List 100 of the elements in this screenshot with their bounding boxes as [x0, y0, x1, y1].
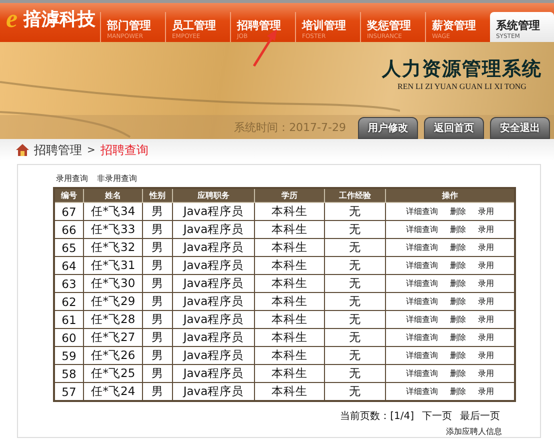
company-name: 揞滹科技: [24, 8, 96, 31]
table-cell: Java程序员: [172, 364, 254, 382]
pager-link[interactable]: 下一页: [422, 409, 452, 423]
table-cell: 本科生: [254, 328, 324, 346]
action-link[interactable]: 录用: [478, 315, 494, 324]
action-link[interactable]: 删除: [450, 207, 466, 216]
table-cell: 任*飞26: [84, 346, 142, 364]
system-time: 系统时间：2017-7-29: [234, 120, 346, 134]
system-title: 人力资源管理系统: [382, 57, 542, 82]
table-cell: 无: [324, 274, 386, 292]
table-cell: 本科生: [254, 220, 324, 238]
table-cell: Java程序员: [172, 346, 254, 364]
action-link[interactable]: 详细查询: [406, 261, 438, 270]
column-header: 操作: [386, 188, 515, 202]
action-link[interactable]: 详细查询: [406, 315, 438, 324]
table-cell: Java程序员: [172, 292, 254, 310]
table-cell: 无: [324, 220, 386, 238]
table-cell: 59: [54, 346, 84, 364]
table-cell: 66: [54, 220, 84, 238]
header-button[interactable]: 返回首页: [424, 117, 484, 139]
action-link[interactable]: 详细查询: [406, 207, 438, 216]
breadcrumb-link[interactable]: 招聘管理: [34, 142, 82, 158]
filter-link[interactable]: 录用查询: [56, 173, 88, 184]
table-cell: Java程序员: [172, 238, 254, 256]
action-link[interactable]: 删除: [450, 243, 466, 252]
table-cell: Java程序员: [172, 328, 254, 346]
breadcrumb-separator: >: [87, 144, 96, 156]
table-cell: Java程序员: [172, 274, 254, 292]
table-cell: 任*飞32: [84, 238, 142, 256]
action-link[interactable]: 录用: [478, 261, 494, 270]
action-link[interactable]: 录用: [478, 243, 494, 252]
action-link[interactable]: 删除: [450, 369, 466, 378]
table-cell: 本科生: [254, 202, 324, 220]
table-cell: Java程序员: [172, 256, 254, 274]
action-link[interactable]: 删除: [450, 279, 466, 288]
action-link[interactable]: 录用: [478, 387, 494, 396]
logo-icon: e: [6, 6, 18, 32]
table-cell: Java程序员: [172, 310, 254, 328]
action-link[interactable]: 录用: [478, 225, 494, 234]
table-cell: 任*飞27: [84, 328, 142, 346]
action-link[interactable]: 删除: [450, 333, 466, 342]
table-cell: 男: [142, 220, 172, 238]
table-cell: 男: [142, 274, 172, 292]
add-link[interactable]: 添加应聘人信息: [446, 426, 502, 437]
action-link[interactable]: 录用: [478, 369, 494, 378]
action-link[interactable]: 删除: [450, 387, 466, 396]
table-cell: 60: [54, 328, 84, 346]
system-subtitle: REN LI ZI YUAN GUAN LI XI TONG: [396, 82, 528, 91]
column-header: 应聘职务: [172, 188, 254, 202]
table-cell: 65: [54, 238, 84, 256]
column-header: 工作经验: [324, 188, 386, 202]
table-cell: 无: [324, 238, 386, 256]
table-cell: 本科生: [254, 256, 324, 274]
table-cell: 无: [324, 328, 386, 346]
table-cell: 任*飞31: [84, 256, 142, 274]
action-link[interactable]: 详细查询: [406, 333, 438, 342]
action-link[interactable]: 详细查询: [406, 243, 438, 252]
action-link[interactable]: 删除: [450, 315, 466, 324]
action-link[interactable]: 详细查询: [406, 297, 438, 306]
action-link[interactable]: 录用: [478, 351, 494, 360]
action-link[interactable]: 录用: [478, 333, 494, 342]
filter-link[interactable]: 非录用查询: [97, 173, 137, 184]
table-cell: 男: [142, 238, 172, 256]
header-button[interactable]: 安全退出: [490, 117, 550, 139]
action-link[interactable]: 详细查询: [406, 279, 438, 288]
pager-link[interactable]: 最后一页: [460, 409, 500, 423]
action-link[interactable]: 删除: [450, 225, 466, 234]
column-header: 学历: [254, 188, 324, 202]
table-cell: 本科生: [254, 310, 324, 328]
breadcrumb-current: 招聘查询: [100, 142, 148, 158]
table-cell: 任*飞33: [84, 220, 142, 238]
table-cell: 61: [54, 310, 84, 328]
table-cell: 任*飞29: [84, 292, 142, 310]
table-cell: 男: [142, 346, 172, 364]
table-cell: 62: [54, 292, 84, 310]
header-button[interactable]: 用户修改: [358, 117, 418, 139]
action-link[interactable]: 详细查询: [406, 225, 438, 234]
action-link[interactable]: 详细查询: [406, 387, 438, 396]
table-cell: 男: [142, 328, 172, 346]
table-cell: 男: [142, 202, 172, 220]
table-cell: 本科生: [254, 346, 324, 364]
table-cell: 无: [324, 310, 386, 328]
table-cell: 无: [324, 346, 386, 364]
table-cell: 64: [54, 256, 84, 274]
table-cell: 67: [54, 202, 84, 220]
table-cell: 任*飞34: [84, 202, 142, 220]
home-icon: [16, 144, 29, 156]
action-link[interactable]: 删除: [450, 297, 466, 306]
action-link[interactable]: 详细查询: [406, 369, 438, 378]
action-link[interactable]: 录用: [478, 279, 494, 288]
action-link[interactable]: 详细查询: [406, 351, 438, 360]
table-cell: 58: [54, 364, 84, 382]
action-link[interactable]: 录用: [478, 207, 494, 216]
page-status: 当前页数：[1/4]: [340, 410, 414, 423]
table-cell: Java程序员: [172, 202, 254, 220]
column-header: 编号: [54, 188, 84, 202]
table-cell: 男: [142, 292, 172, 310]
action-link[interactable]: 删除: [450, 261, 466, 270]
action-link[interactable]: 删除: [450, 351, 466, 360]
action-link[interactable]: 录用: [478, 297, 494, 306]
